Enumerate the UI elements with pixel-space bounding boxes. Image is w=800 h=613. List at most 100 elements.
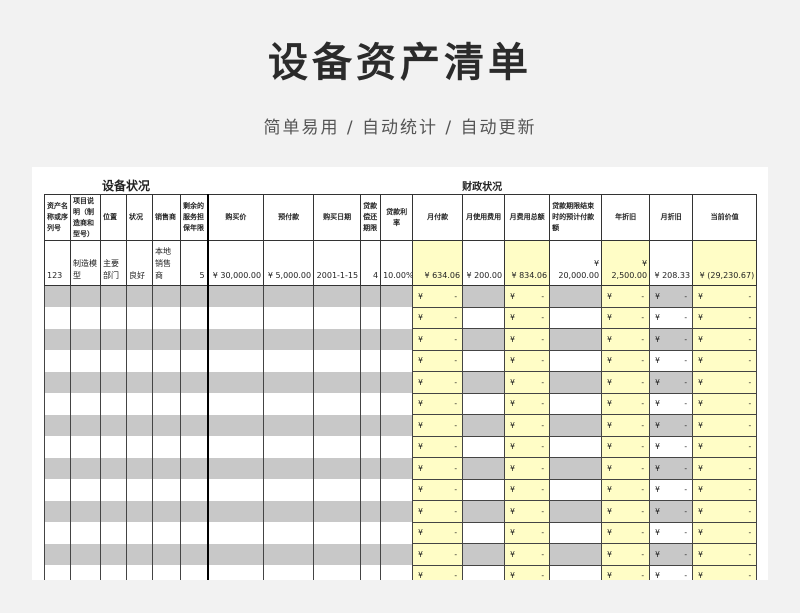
cell-current-value[interactable]: ¥ (29,230.67) <box>692 240 758 286</box>
table-cell[interactable] <box>313 565 362 580</box>
table-cell[interactable] <box>360 457 382 479</box>
cell-monthly-total[interactable]: ¥ 834.06 <box>504 240 551 286</box>
table-cell[interactable] <box>44 393 71 415</box>
table-cell[interactable]: ¥ - <box>692 479 758 501</box>
table-cell[interactable] <box>126 414 153 436</box>
table-cell[interactable] <box>462 543 506 566</box>
table-cell[interactable]: ¥ - <box>412 350 464 372</box>
table-cell[interactable] <box>380 371 414 393</box>
table-cell[interactable]: ¥ - <box>412 436 464 458</box>
table-cell[interactable] <box>360 479 382 501</box>
cell-down-payment[interactable]: ¥ 5,000.00 <box>263 240 315 286</box>
table-cell[interactable] <box>263 522 315 544</box>
table-cell[interactable] <box>263 328 315 350</box>
table-cell[interactable]: ¥ - <box>504 371 551 394</box>
table-cell[interactable] <box>70 328 101 350</box>
table-cell[interactable] <box>179 522 209 544</box>
table-cell[interactable] <box>263 436 315 458</box>
table-cell[interactable]: ¥ - <box>504 457 551 480</box>
cell-annual-depreciation[interactable]: ¥ 2,500.00 <box>601 240 651 286</box>
table-cell[interactable] <box>313 393 362 415</box>
table-cell[interactable] <box>263 414 315 436</box>
table-cell[interactable] <box>126 522 153 544</box>
table-cell[interactable]: ¥ - <box>649 457 694 480</box>
table-cell[interactable] <box>380 328 414 350</box>
table-cell[interactable] <box>360 414 382 436</box>
cell-purchase-date[interactable]: 2001-1-15 <box>313 240 362 286</box>
table-cell[interactable]: ¥ - <box>601 350 651 372</box>
table-cell[interactable] <box>44 500 71 522</box>
table-cell[interactable] <box>207 543 265 565</box>
table-cell[interactable] <box>100 350 127 372</box>
table-cell[interactable] <box>100 371 127 393</box>
table-cell[interactable] <box>207 436 265 458</box>
table-cell[interactable]: ¥ - <box>504 565 551 580</box>
table-cell[interactable] <box>70 565 101 580</box>
table-cell[interactable] <box>44 522 71 544</box>
table-cell[interactable] <box>70 543 101 565</box>
table-cell[interactable]: ¥ - <box>412 500 464 523</box>
table-cell[interactable]: ¥ - <box>412 393 464 415</box>
table-cell[interactable] <box>263 307 315 329</box>
table-cell[interactable] <box>152 522 181 544</box>
table-cell[interactable] <box>313 543 362 565</box>
table-cell[interactable] <box>207 285 265 307</box>
table-cell[interactable] <box>313 457 362 479</box>
table-cell[interactable] <box>313 350 362 372</box>
table-cell[interactable] <box>44 543 71 565</box>
table-cell[interactable] <box>207 307 265 329</box>
table-cell[interactable] <box>263 479 315 501</box>
cell-monthly-depreciation[interactable]: ¥ 208.33 <box>649 240 694 286</box>
table-cell[interactable]: ¥ - <box>601 307 651 329</box>
table-cell[interactable]: ¥ - <box>601 393 651 415</box>
cell-warranty[interactable]: 5 <box>179 240 209 286</box>
table-cell[interactable] <box>263 457 315 479</box>
table-cell[interactable] <box>549 436 603 458</box>
table-cell[interactable] <box>126 328 153 350</box>
table-cell[interactable] <box>44 285 71 307</box>
table-cell[interactable]: ¥ - <box>504 500 551 523</box>
table-cell[interactable]: ¥ - <box>649 522 694 544</box>
table-cell[interactable] <box>263 500 315 522</box>
table-cell[interactable] <box>380 350 414 372</box>
table-cell[interactable] <box>360 522 382 544</box>
table-cell[interactable]: ¥ - <box>649 350 694 372</box>
table-cell[interactable] <box>462 500 506 523</box>
table-cell[interactable]: ¥ - <box>692 285 758 308</box>
table-cell[interactable] <box>549 285 603 308</box>
table-cell[interactable] <box>360 436 382 458</box>
table-cell[interactable]: ¥ - <box>692 436 758 458</box>
table-cell[interactable]: ¥ - <box>504 307 551 329</box>
table-cell[interactable] <box>462 457 506 480</box>
table-cell[interactable] <box>126 371 153 393</box>
table-cell[interactable] <box>152 436 181 458</box>
table-cell[interactable] <box>549 543 603 566</box>
cell-interest-rate[interactable]: 10.00% <box>380 240 414 286</box>
table-cell[interactable]: ¥ - <box>601 479 651 501</box>
table-cell[interactable] <box>313 307 362 329</box>
table-cell[interactable] <box>152 328 181 350</box>
table-cell[interactable] <box>360 285 382 307</box>
table-cell[interactable] <box>549 457 603 480</box>
table-cell[interactable] <box>100 414 127 436</box>
table-cell[interactable] <box>207 371 265 393</box>
table-cell[interactable] <box>126 285 153 307</box>
table-cell[interactable] <box>313 285 362 307</box>
table-cell[interactable] <box>549 371 603 394</box>
cell-description[interactable]: 制造模型 <box>70 240 101 286</box>
cell-location[interactable]: 主要部门 <box>100 240 127 286</box>
table-cell[interactable] <box>152 479 181 501</box>
table-cell[interactable] <box>549 350 603 372</box>
cell-vendor[interactable]: 本地销售商 <box>152 240 181 286</box>
table-cell[interactable] <box>313 436 362 458</box>
table-cell[interactable] <box>380 479 414 501</box>
table-cell[interactable] <box>462 328 506 351</box>
table-cell[interactable]: ¥ - <box>412 285 464 308</box>
table-cell[interactable] <box>263 393 315 415</box>
table-cell[interactable]: ¥ - <box>504 543 551 566</box>
table-cell[interactable] <box>179 371 209 393</box>
cell-monthly-usage[interactable]: ¥ 200.00 <box>462 240 506 286</box>
table-cell[interactable] <box>360 328 382 350</box>
table-cell[interactable] <box>313 500 362 522</box>
table-cell[interactable] <box>126 393 153 415</box>
